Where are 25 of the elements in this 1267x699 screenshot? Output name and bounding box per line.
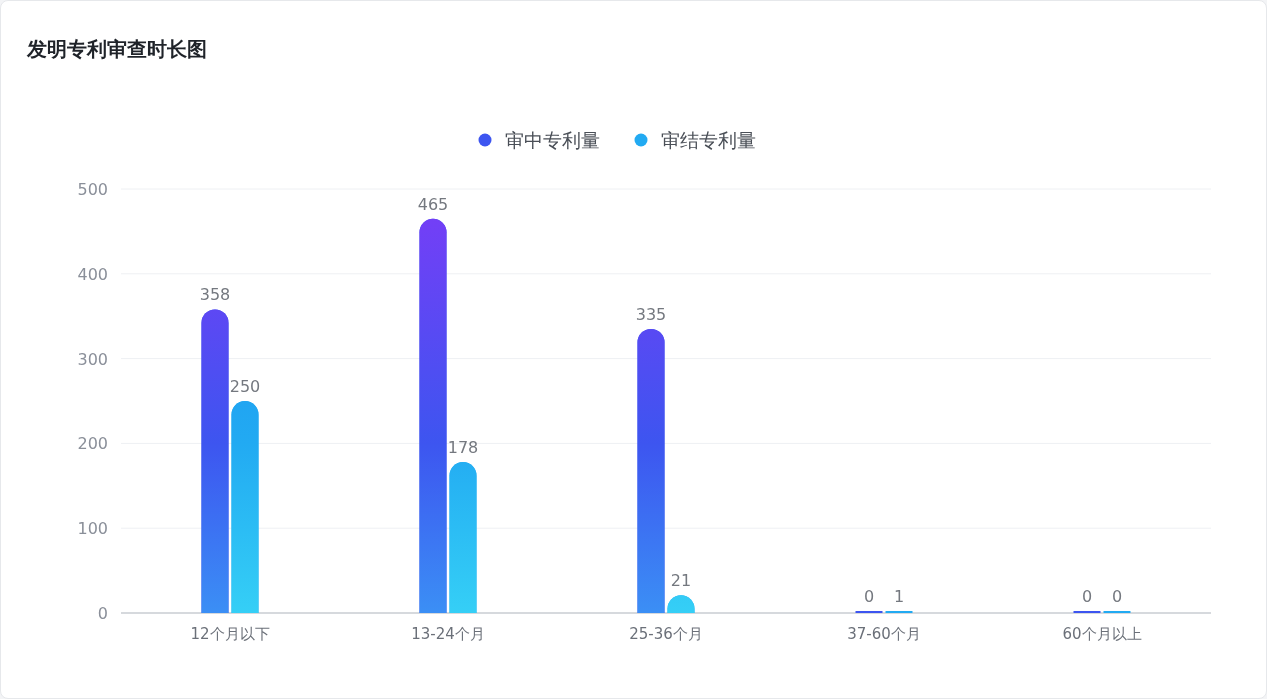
data-label: 1 xyxy=(893,587,905,606)
data-label: 0 xyxy=(863,587,875,606)
x-axis-label: 12个月以下 xyxy=(190,625,270,643)
chart-title: 发明专利审查时长图 xyxy=(27,36,207,63)
legend-label[interactable]: 审中专利量 xyxy=(505,129,600,151)
data-label: 0 xyxy=(1111,587,1123,606)
data-label: 0 xyxy=(1081,587,1093,606)
x-axis-label: 37-60个月 xyxy=(847,625,921,643)
bar xyxy=(667,595,695,613)
y-axis-label: 0 xyxy=(97,604,108,623)
x-axis-label: 13-24个月 xyxy=(411,625,485,643)
y-axis-label: 100 xyxy=(77,519,108,539)
x-axis-label: 60个月以上 xyxy=(1062,625,1142,643)
x-axis-label: 25-36个月 xyxy=(629,625,703,643)
data-label: 250 xyxy=(229,377,261,396)
y-axis-label: 400 xyxy=(77,264,108,284)
y-axis-label: 500 xyxy=(77,180,108,199)
data-label: 358 xyxy=(199,285,231,305)
data-label: 178 xyxy=(447,438,479,458)
data-label: 21 xyxy=(670,571,692,591)
y-axis-label: 300 xyxy=(77,349,108,369)
data-label: 465 xyxy=(417,194,449,214)
y-axis-label: 200 xyxy=(77,434,108,454)
legend-label[interactable]: 审结专利量 xyxy=(661,129,756,151)
data-label: 335 xyxy=(635,304,667,324)
